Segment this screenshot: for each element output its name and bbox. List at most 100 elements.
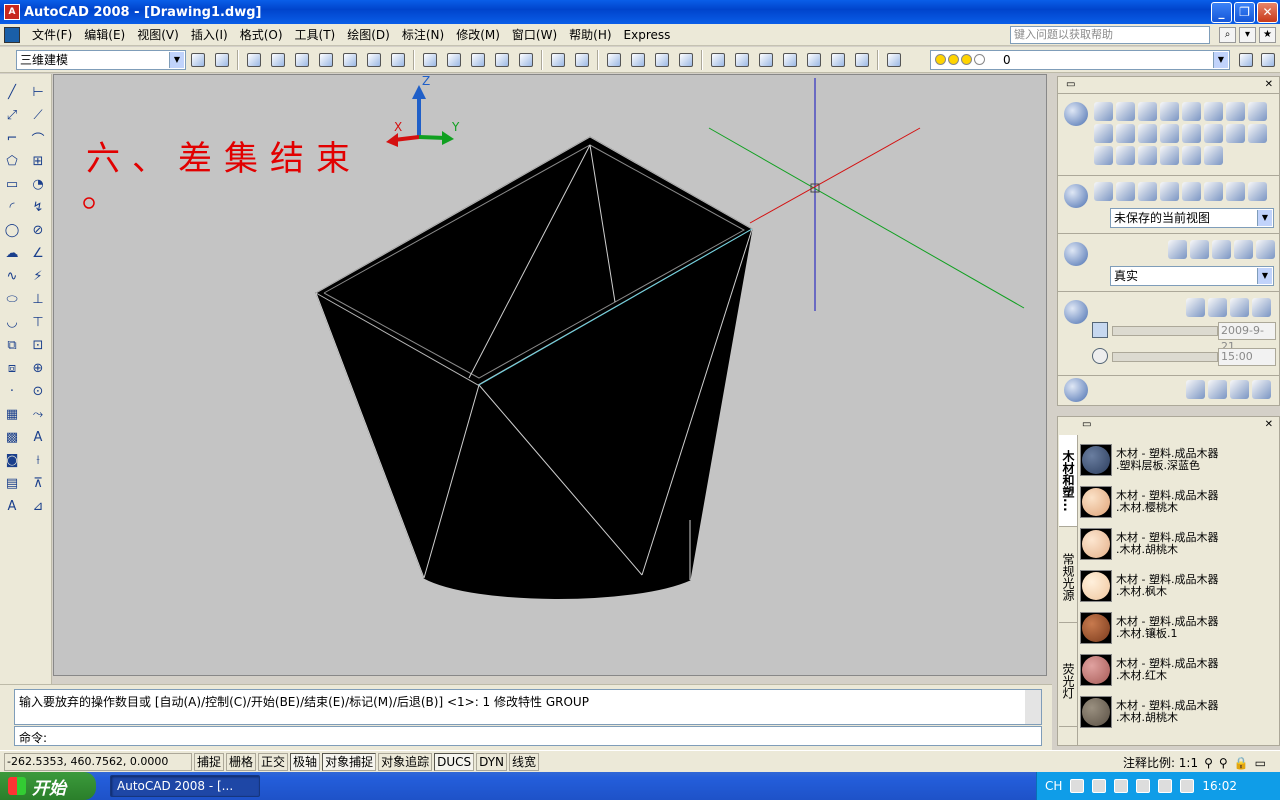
- arc-length-icon[interactable]: ⌒: [29, 128, 47, 148]
- tab-general-lights[interactable]: 常规光源: [1059, 531, 1077, 623]
- view-select[interactable]: 未保存的当前视图 ▼: [1110, 208, 1274, 228]
- presspull-icon[interactable]: [1116, 124, 1135, 143]
- zoom-icon[interactable]: [1116, 182, 1135, 201]
- pan-3d-icon[interactable]: [1138, 182, 1157, 201]
- antivirus-icon[interactable]: [1158, 779, 1173, 793]
- continue-dimension-icon[interactable]: ⊤: [29, 312, 47, 332]
- loft-icon[interactable]: [1182, 124, 1201, 143]
- ducs-toggle[interactable]: DUCS: [434, 752, 475, 771]
- block-editor-icon[interactable]: [516, 50, 536, 70]
- markup-icon[interactable]: [804, 50, 824, 70]
- minimize-panel-icon[interactable]: ▭: [1066, 79, 1075, 90]
- sphere-icon[interactable]: [1182, 102, 1201, 121]
- materials-browser-icon[interactable]: [1186, 380, 1205, 399]
- menu-draw[interactable]: 绘图(D): [341, 24, 396, 46]
- annotation-visibility-icon[interactable]: ⚲: [1204, 756, 1213, 770]
- extrude-icon[interactable]: [1094, 124, 1113, 143]
- autocad-app-icon[interactable]: A: [4, 4, 20, 20]
- material-item[interactable]: 木材 - 塑料.成品木器 .木材.胡桃木: [1080, 691, 1279, 733]
- geographic-location-icon[interactable]: [1252, 298, 1271, 317]
- close-button[interactable]: ✕: [1257, 1, 1278, 23]
- start-button[interactable]: 开始: [0, 772, 96, 800]
- light-icon[interactable]: [1208, 298, 1227, 317]
- drawing-viewport[interactable]: Z X Y 六、差集结束: [53, 74, 1047, 676]
- material-item[interactable]: 木材 - 塑料.成品木器 .塑料层板.深蓝色: [1080, 439, 1279, 481]
- tolerance-icon[interactable]: ⊡: [29, 335, 47, 355]
- tab-wood-plastic[interactable]: 木材和塑...: [1059, 435, 1077, 527]
- osnap-toggle[interactable]: 对象捕捉: [322, 752, 377, 771]
- box-icon[interactable]: [1116, 102, 1135, 121]
- dimension-text-edit-icon[interactable]: ⤳: [29, 404, 47, 424]
- baseline-dimension-icon[interactable]: ⊥: [29, 289, 47, 309]
- ellipse-icon[interactable]: ⬭: [3, 289, 21, 309]
- ortho-toggle[interactable]: 正交: [258, 752, 289, 771]
- walk-icon[interactable]: [1160, 182, 1179, 201]
- light-list-icon[interactable]: [1230, 298, 1249, 317]
- menu-format[interactable]: 格式(O): [234, 24, 289, 46]
- quick-dimension-icon[interactable]: ⚡: [29, 266, 47, 286]
- menu-dimension[interactable]: 标注(N): [396, 24, 450, 46]
- plot-icon[interactable]: [316, 50, 336, 70]
- layer-previous-icon[interactable]: [1258, 50, 1278, 70]
- layer-select[interactable]: 0 ▼: [930, 50, 1230, 70]
- make-block-icon[interactable]: ⧈: [3, 358, 21, 378]
- revision-cloud-icon[interactable]: ☁: [3, 243, 21, 263]
- polyline-icon[interactable]: ⌐: [3, 128, 21, 148]
- radius-dimension-icon[interactable]: ◔: [29, 174, 47, 194]
- hatch-icon[interactable]: ▦: [3, 404, 21, 424]
- sun-icon[interactable]: [1186, 298, 1205, 317]
- menu-help[interactable]: 帮助(H): [563, 24, 617, 46]
- time-field[interactable]: 15:00: [1218, 348, 1276, 366]
- keyboard-icon[interactable]: [1070, 779, 1085, 793]
- ordinate-dimension-icon[interactable]: ⊞: [29, 151, 47, 171]
- visual-style-select[interactable]: 真实 ▼: [1110, 266, 1274, 286]
- paste-icon[interactable]: [468, 50, 488, 70]
- menu-modify[interactable]: 修改(M): [450, 24, 506, 46]
- security-icon[interactable]: [1136, 779, 1151, 793]
- lighting-icon[interactable]: [1064, 300, 1088, 324]
- toolbar-lock-icon[interactable]: 🔒: [1234, 756, 1249, 770]
- new-file-icon[interactable]: [244, 50, 264, 70]
- cylinder-icon[interactable]: [1204, 102, 1223, 121]
- snap-toggle[interactable]: 捕捉: [194, 752, 225, 771]
- material-item[interactable]: 木材 - 塑料.成品木器 .木材.樱桃木: [1080, 481, 1279, 523]
- material-item[interactable]: 木材 - 塑料.成品木器 .木材.胡桃木: [1080, 523, 1279, 565]
- minimize-panel-icon[interactable]: ▭: [1082, 419, 1091, 430]
- dimension-override-icon[interactable]: ⊼: [29, 473, 47, 493]
- menu-tools[interactable]: 工具(T): [289, 24, 342, 46]
- dimension-space-icon[interactable]: ⊿: [29, 496, 47, 516]
- point-icon[interactable]: ·: [3, 381, 21, 401]
- polar-toggle[interactable]: 极轴: [290, 752, 321, 771]
- rectangle-icon[interactable]: ▭: [3, 174, 21, 194]
- perspective-projection-icon[interactable]: [1248, 182, 1267, 201]
- section-plane-icon[interactable]: [1182, 146, 1201, 165]
- maximize-button[interactable]: ❐: [1234, 1, 1255, 23]
- center-mark-icon[interactable]: ⊕: [29, 358, 47, 378]
- render-window-icon[interactable]: [1252, 380, 1271, 399]
- table-icon[interactable]: ▤: [3, 473, 21, 493]
- x-ray-icon[interactable]: [1168, 240, 1187, 259]
- sweep-icon[interactable]: [1138, 124, 1157, 143]
- close-icon[interactable]: ✕: [1265, 79, 1273, 90]
- workspace-save-icon[interactable]: [212, 50, 232, 70]
- 3d-orbit-icon[interactable]: [1094, 182, 1113, 201]
- 3d-move-icon[interactable]: [1094, 146, 1113, 165]
- command-input[interactable]: 命令:: [14, 726, 1042, 746]
- style-manager-icon[interactable]: [1256, 240, 1275, 259]
- coordinates-readout[interactable]: -262.5353, 460.7562, 0.0000: [4, 752, 192, 771]
- cut-icon[interactable]: [420, 50, 440, 70]
- 3d-navigate-icon[interactable]: [1064, 184, 1088, 208]
- workspace-settings-icon[interactable]: [188, 50, 208, 70]
- realistic-style-icon[interactable]: [1212, 240, 1231, 259]
- dimension-style-icon[interactable]: ⟊: [29, 450, 47, 470]
- 3d-make-icon[interactable]: [1064, 102, 1088, 126]
- fly-icon[interactable]: [1182, 182, 1201, 201]
- union-icon[interactable]: [1116, 146, 1135, 165]
- match-properties-icon[interactable]: [492, 50, 512, 70]
- volume-icon[interactable]: [1180, 779, 1195, 793]
- render-region-icon[interactable]: [1208, 380, 1227, 399]
- tool-palettes-icon[interactable]: [756, 50, 776, 70]
- document-icon[interactable]: [4, 26, 20, 43]
- planar-surface-icon[interactable]: [1226, 124, 1245, 143]
- polysolid-icon[interactable]: [1094, 102, 1113, 121]
